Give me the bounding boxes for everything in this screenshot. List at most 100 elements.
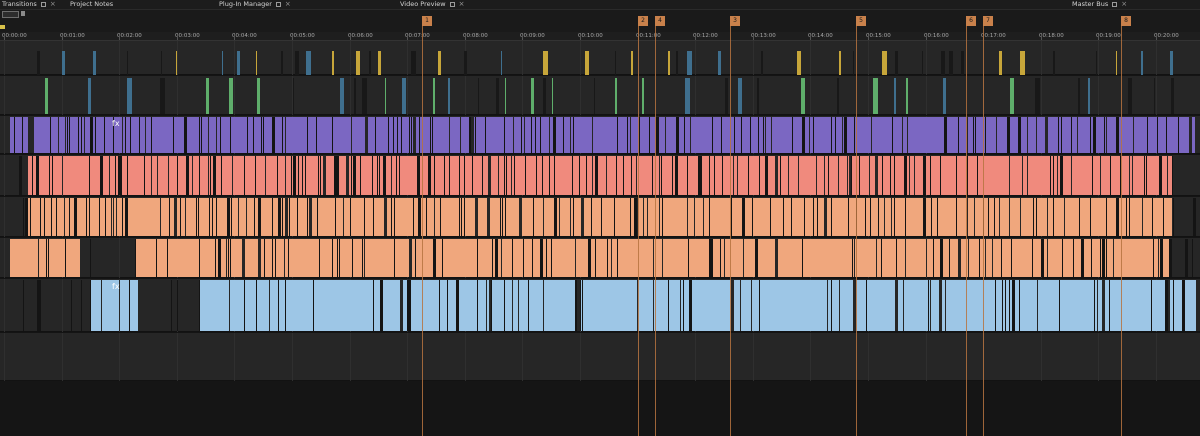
video-clip[interactable] xyxy=(1128,78,1132,114)
tab-transitions[interactable]: Transitions × xyxy=(2,0,56,9)
video-clip[interactable] xyxy=(1020,51,1025,75)
video-clip[interactable] xyxy=(615,78,617,114)
video-clip[interactable] xyxy=(88,78,91,114)
video-clip[interactable] xyxy=(797,51,801,75)
marker-bar[interactable] xyxy=(0,10,1200,32)
video-clip[interactable] xyxy=(999,51,1002,75)
video-clip[interactable] xyxy=(853,51,854,75)
video-clip[interactable] xyxy=(378,51,381,75)
video-clip[interactable] xyxy=(93,51,96,75)
video-clip[interactable] xyxy=(585,51,589,75)
audio-clip[interactable] xyxy=(200,280,1168,331)
track-audio-1[interactable] xyxy=(0,155,1200,196)
video-clip[interactable] xyxy=(1078,78,1080,114)
video-clip[interactable] xyxy=(837,78,839,114)
video-clip[interactable] xyxy=(922,51,923,75)
video-clip[interactable] xyxy=(37,51,40,75)
video-clip[interactable] xyxy=(448,78,450,114)
tab-project-notes[interactable]: Project Notes xyxy=(70,0,113,9)
track-video-1[interactable] xyxy=(0,41,1200,75)
marker-flag[interactable]: 7 xyxy=(983,16,993,26)
video-clip[interactable] xyxy=(594,78,595,114)
time-display-toggle[interactable] xyxy=(2,11,19,18)
video-clip[interactable] xyxy=(882,51,887,75)
marker-flag[interactable]: 2 xyxy=(638,16,648,26)
video-clip[interactable] xyxy=(873,78,878,114)
float-window-icon[interactable] xyxy=(275,2,281,7)
video-clip[interactable] xyxy=(839,51,841,75)
video-clip[interactable] xyxy=(552,78,553,114)
video-clip[interactable] xyxy=(237,51,240,75)
video-clip[interactable] xyxy=(411,51,416,75)
timeline-empty-area[interactable] xyxy=(0,381,1200,436)
video-clip[interactable] xyxy=(501,51,502,75)
track-video-3[interactable]: fx xyxy=(0,116,1200,154)
marker-flag[interactable]: 8 xyxy=(1121,16,1131,26)
video-clip[interactable] xyxy=(369,51,371,75)
video-clip[interactable] xyxy=(222,51,223,75)
audio-clip[interactable] xyxy=(28,198,1172,236)
video-clip[interactable] xyxy=(229,78,233,114)
video-clip[interactable] xyxy=(687,51,692,75)
video-clip[interactable] xyxy=(906,78,908,114)
video-clip[interactable] xyxy=(340,78,344,114)
video-clip[interactable] xyxy=(1170,51,1173,75)
video-clip[interactable] xyxy=(385,78,386,114)
video-clip[interactable] xyxy=(943,78,946,114)
video-clip[interactable] xyxy=(676,51,678,75)
marker-flag[interactable]: 5 xyxy=(856,16,866,26)
video-clip[interactable] xyxy=(1116,51,1117,75)
video-clip[interactable] xyxy=(496,78,499,114)
video-clip[interactable] xyxy=(161,51,162,75)
video-clip[interactable] xyxy=(505,78,506,114)
video-clip[interactable] xyxy=(127,51,128,75)
video-clip[interactable] xyxy=(757,78,759,114)
loop-start-icon[interactable] xyxy=(0,25,5,29)
video-clip[interactable] xyxy=(478,78,479,114)
video-clip[interactable] xyxy=(45,78,48,114)
video-clip[interactable] xyxy=(949,51,953,75)
video-clip[interactable] xyxy=(894,78,896,114)
tab-video-preview[interactable]: Video Preview × xyxy=(400,0,464,9)
video-clip[interactable] xyxy=(62,51,65,75)
track-empty-1[interactable] xyxy=(0,333,1200,381)
marker-flag[interactable]: 3 xyxy=(730,16,740,26)
close-icon[interactable]: × xyxy=(50,0,56,9)
video-clip[interactable] xyxy=(718,51,721,75)
video-clip[interactable] xyxy=(306,51,311,75)
video-clip[interactable] xyxy=(615,51,616,75)
video-clip[interactable] xyxy=(941,51,945,75)
video-clip[interactable] xyxy=(1053,51,1055,75)
float-window-icon[interactable] xyxy=(40,2,46,7)
video-clip[interactable] xyxy=(433,78,435,114)
video-clip[interactable] xyxy=(1141,51,1143,75)
timeline-tracks[interactable]: fx fx xyxy=(0,41,1200,381)
video-clip[interactable] xyxy=(1096,51,1097,75)
video-clip[interactable] xyxy=(281,51,283,75)
video-clip[interactable] xyxy=(895,51,898,75)
video-clip[interactable] xyxy=(631,51,633,75)
tab-plug-in-manager[interactable]: Plug-In Manager × xyxy=(219,0,291,9)
video-clip[interactable] xyxy=(642,78,644,114)
video-clip[interactable] xyxy=(464,51,467,75)
video-clip[interactable] xyxy=(257,78,260,114)
video-clip[interactable] xyxy=(531,78,534,114)
video-clip[interactable] xyxy=(961,51,964,75)
video-clip[interactable] xyxy=(801,78,805,114)
video-clip[interactable] xyxy=(1010,78,1014,114)
float-window-icon[interactable] xyxy=(449,2,455,7)
timeline-ruler[interactable]: 00:00:00 00:01:00 00:02:00 00:03:00 00:04:00… xyxy=(0,32,1200,41)
track-audio-3[interactable] xyxy=(0,238,1200,278)
video-clip[interactable] xyxy=(332,51,334,75)
video-clip[interactable] xyxy=(761,51,763,75)
video-clip[interactable] xyxy=(668,51,670,75)
video-clip[interactable] xyxy=(1171,78,1174,114)
marker-flag[interactable]: 1 xyxy=(422,16,432,26)
video-clip[interactable] xyxy=(725,78,728,114)
video-clip[interactable] xyxy=(1035,78,1040,114)
video-clip[interactable] xyxy=(738,78,742,114)
dropdown-icon[interactable] xyxy=(21,11,25,16)
video-clip[interactable] xyxy=(354,78,356,114)
video-clip[interactable] xyxy=(1088,78,1090,114)
video-clip[interactable] xyxy=(295,51,299,75)
